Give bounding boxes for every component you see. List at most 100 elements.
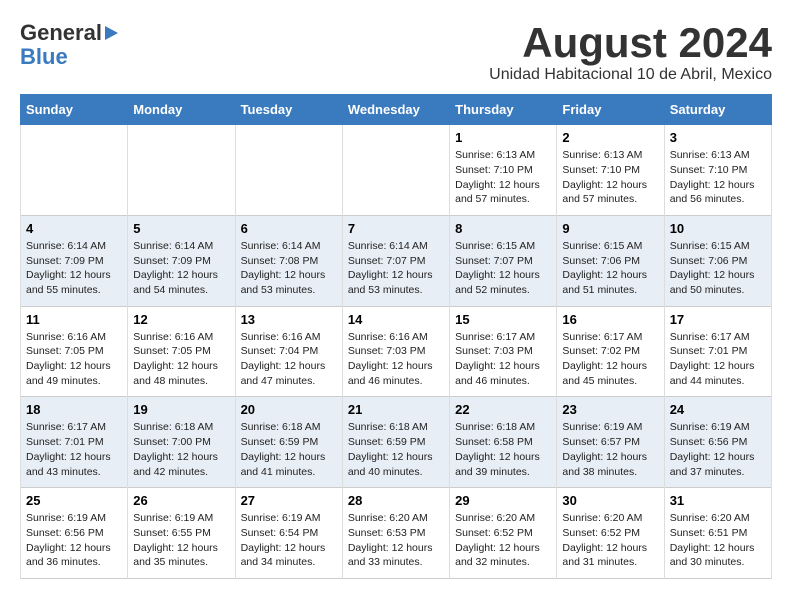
calendar-week-row: 11 Sunrise: 6:16 AM Sunset: 7:05 PM Dayli… <box>21 306 772 397</box>
calendar-cell: 8Sunrise: 6:15 AM Sunset: 7:07 PM Daylig… <box>450 215 557 306</box>
header-day-sunday: Sunday <box>21 95 128 125</box>
day-number: 12 <box>133 312 229 327</box>
logo: General Blue <box>20 20 118 68</box>
cell-info: Sunrise: 6:20 AM Sunset: 6:52 PM Dayligh… <box>455 511 551 570</box>
calendar-cell: 25Sunrise: 6:19 AM Sunset: 6:56 PM Dayli… <box>21 488 128 579</box>
title-area: August 2024 Unidad Habitacional 10 de Ab… <box>489 20 772 84</box>
day-number: 13 <box>241 312 337 327</box>
cell-info: Sunrise: 6:17 AM Sunset: 7:03 PM Dayligh… <box>455 330 551 389</box>
day-number: 31 <box>670 493 766 508</box>
calendar-cell: 21 Sunrise: 6:18 AM Sunset: 6:59 PM Dayli… <box>342 397 449 488</box>
day-number: 18 <box>26 402 122 417</box>
calendar-cell: 7 Sunrise: 6:14 AM Sunset: 7:07 PM Daylig… <box>342 215 449 306</box>
cell-info: Sunrise: 6:20 AM Sunset: 6:52 PM Dayligh… <box>562 511 658 570</box>
calendar-cell: 24 Sunrise: 6:19 AM Sunset: 6:56 PM Dayli… <box>664 397 771 488</box>
cell-info: Sunrise: 6:14 AM Sunset: 7:07 PM Dayligh… <box>348 239 444 298</box>
calendar-cell: 28 Sunrise: 6:20 AM Sunset: 6:53 PM Dayli… <box>342 488 449 579</box>
day-number: 2 <box>562 130 658 145</box>
cell-info: Sunrise: 6:13 AM Sunset: 7:10 PM Dayligh… <box>455 148 551 207</box>
calendar-cell: 18 Sunrise: 6:17 AM Sunset: 7:01 PM Dayli… <box>21 397 128 488</box>
header-day-wednesday: Wednesday <box>342 95 449 125</box>
calendar-cell: 4 Sunrise: 6:14 AM Sunset: 7:09 PM Daylig… <box>21 215 128 306</box>
calendar-cell: 29 Sunrise: 6:20 AM Sunset: 6:52 PM Dayli… <box>450 488 557 579</box>
calendar-cell <box>128 125 235 216</box>
cell-info: Sunrise: 6:18 AM Sunset: 6:59 PM Dayligh… <box>348 420 444 479</box>
calendar-cell: 22 Sunrise: 6:18 AM Sunset: 6:58 PM Dayli… <box>450 397 557 488</box>
calendar-cell: 13 Sunrise: 6:16 AM Sunset: 7:04 PM Dayli… <box>235 306 342 397</box>
cell-info: Sunrise: 6:16 AM Sunset: 7:04 PM Dayligh… <box>241 330 337 389</box>
cell-info: Sunrise: 6:16 AM Sunset: 7:05 PM Dayligh… <box>26 330 122 389</box>
cell-info: Sunrise: 6:16 AM Sunset: 7:05 PM Dayligh… <box>133 330 229 389</box>
calendar-cell: 15Sunrise: 6:17 AM Sunset: 7:03 PM Dayli… <box>450 306 557 397</box>
cell-info: Sunrise: 6:17 AM Sunset: 7:01 PM Dayligh… <box>670 330 766 389</box>
calendar-cell: 11 Sunrise: 6:16 AM Sunset: 7:05 PM Dayli… <box>21 306 128 397</box>
cell-info: Sunrise: 6:19 AM Sunset: 6:56 PM Dayligh… <box>670 420 766 479</box>
day-number: 27 <box>241 493 337 508</box>
logo-arrow-icon <box>105 26 118 40</box>
calendar-cell: 26 Sunrise: 6:19 AM Sunset: 6:55 PM Dayli… <box>128 488 235 579</box>
day-number: 5 <box>133 221 229 236</box>
header-day-saturday: Saturday <box>664 95 771 125</box>
calendar-cell <box>342 125 449 216</box>
calendar-cell: 12 Sunrise: 6:16 AM Sunset: 7:05 PM Dayli… <box>128 306 235 397</box>
calendar-cell <box>235 125 342 216</box>
calendar-week-row: 18 Sunrise: 6:17 AM Sunset: 7:01 PM Dayli… <box>21 397 772 488</box>
cell-info: Sunrise: 6:20 AM Sunset: 6:53 PM Dayligh… <box>348 511 444 570</box>
calendar-cell: 16 Sunrise: 6:17 AM Sunset: 7:02 PM Dayli… <box>557 306 664 397</box>
cell-info: Sunrise: 6:13 AM Sunset: 7:10 PM Dayligh… <box>562 148 658 207</box>
calendar-cell: 1 Sunrise: 6:13 AM Sunset: 7:10 PM Daylig… <box>450 125 557 216</box>
day-number: 17 <box>670 312 766 327</box>
cell-info: Sunrise: 6:14 AM Sunset: 7:08 PM Dayligh… <box>241 239 337 298</box>
calendar-week-row: 25Sunrise: 6:19 AM Sunset: 6:56 PM Dayli… <box>21 488 772 579</box>
cell-info: Sunrise: 6:17 AM Sunset: 7:01 PM Dayligh… <box>26 420 122 479</box>
calendar-cell: 17 Sunrise: 6:17 AM Sunset: 7:01 PM Dayli… <box>664 306 771 397</box>
day-number: 16 <box>562 312 658 327</box>
subtitle: Unidad Habitacional 10 de Abril, Mexico <box>489 66 772 84</box>
calendar-header-row: SundayMondayTuesdayWednesdayThursdayFrid… <box>21 95 772 125</box>
day-number: 1 <box>455 130 551 145</box>
day-number: 24 <box>670 402 766 417</box>
calendar-cell: 10Sunrise: 6:15 AM Sunset: 7:06 PM Dayli… <box>664 215 771 306</box>
cell-info: Sunrise: 6:20 AM Sunset: 6:51 PM Dayligh… <box>670 511 766 570</box>
calendar-table: SundayMondayTuesdayWednesdayThursdayFrid… <box>20 94 772 579</box>
day-number: 29 <box>455 493 551 508</box>
cell-info: Sunrise: 6:17 AM Sunset: 7:02 PM Dayligh… <box>562 330 658 389</box>
calendar-cell: 27 Sunrise: 6:19 AM Sunset: 6:54 PM Dayli… <box>235 488 342 579</box>
calendar-cell <box>21 125 128 216</box>
cell-info: Sunrise: 6:18 AM Sunset: 6:59 PM Dayligh… <box>241 420 337 479</box>
calendar-cell: 3Sunrise: 6:13 AM Sunset: 7:10 PM Daylig… <box>664 125 771 216</box>
day-number: 9 <box>562 221 658 236</box>
day-number: 22 <box>455 402 551 417</box>
calendar-cell: 9 Sunrise: 6:15 AM Sunset: 7:06 PM Daylig… <box>557 215 664 306</box>
day-number: 26 <box>133 493 229 508</box>
calendar-week-row: 1 Sunrise: 6:13 AM Sunset: 7:10 PM Daylig… <box>21 125 772 216</box>
day-number: 19 <box>133 402 229 417</box>
calendar-cell: 5Sunrise: 6:14 AM Sunset: 7:09 PM Daylig… <box>128 215 235 306</box>
day-number: 23 <box>562 402 658 417</box>
cell-info: Sunrise: 6:19 AM Sunset: 6:54 PM Dayligh… <box>241 511 337 570</box>
day-number: 6 <box>241 221 337 236</box>
day-number: 7 <box>348 221 444 236</box>
header-day-thursday: Thursday <box>450 95 557 125</box>
calendar-cell: 20 Sunrise: 6:18 AM Sunset: 6:59 PM Dayli… <box>235 397 342 488</box>
cell-info: Sunrise: 6:14 AM Sunset: 7:09 PM Dayligh… <box>26 239 122 298</box>
cell-info: Sunrise: 6:15 AM Sunset: 7:06 PM Dayligh… <box>562 239 658 298</box>
day-number: 21 <box>348 402 444 417</box>
day-number: 28 <box>348 493 444 508</box>
cell-info: Sunrise: 6:16 AM Sunset: 7:03 PM Dayligh… <box>348 330 444 389</box>
cell-info: Sunrise: 6:19 AM Sunset: 6:57 PM Dayligh… <box>562 420 658 479</box>
cell-info: Sunrise: 6:19 AM Sunset: 6:55 PM Dayligh… <box>133 511 229 570</box>
calendar-cell: 30Sunrise: 6:20 AM Sunset: 6:52 PM Dayli… <box>557 488 664 579</box>
cell-info: Sunrise: 6:18 AM Sunset: 6:58 PM Dayligh… <box>455 420 551 479</box>
day-number: 20 <box>241 402 337 417</box>
day-number: 3 <box>670 130 766 145</box>
calendar-cell: 23 Sunrise: 6:19 AM Sunset: 6:57 PM Dayli… <box>557 397 664 488</box>
main-title: August 2024 <box>489 20 772 66</box>
logo-blue: Blue <box>20 46 68 68</box>
calendar-cell: 19Sunrise: 6:18 AM Sunset: 7:00 PM Dayli… <box>128 397 235 488</box>
logo-general: General <box>20 20 102 46</box>
day-number: 4 <box>26 221 122 236</box>
day-number: 11 <box>26 312 122 327</box>
day-number: 14 <box>348 312 444 327</box>
calendar-cell: 6 Sunrise: 6:14 AM Sunset: 7:08 PM Daylig… <box>235 215 342 306</box>
